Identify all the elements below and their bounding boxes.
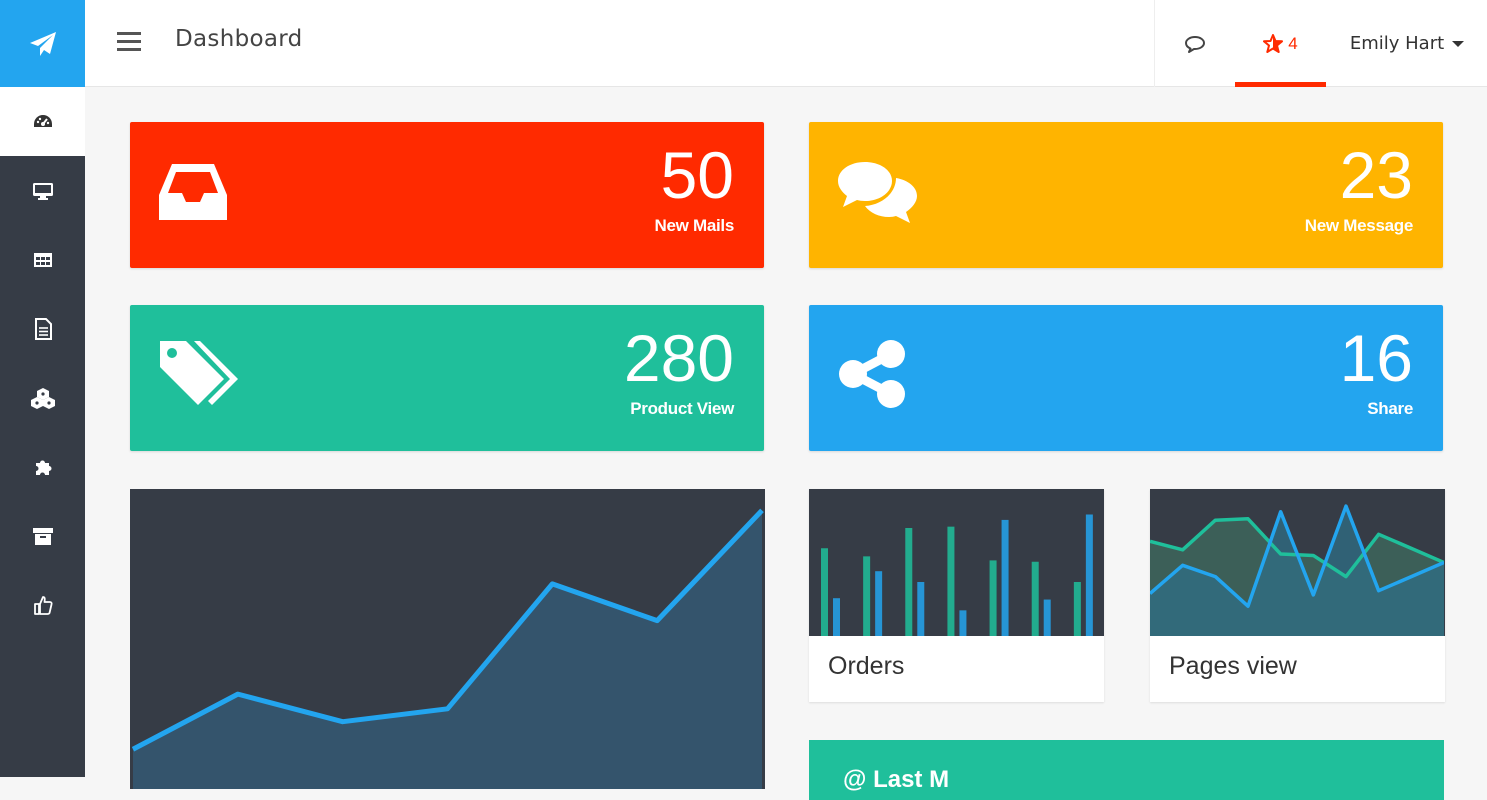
archive-icon (32, 526, 54, 546)
sidebar-item-table[interactable] (0, 225, 85, 294)
stat-value: 16 (1340, 325, 1413, 391)
stat-label: Product View (630, 399, 734, 419)
bar-s1-0 (833, 598, 840, 636)
sidebar (0, 0, 85, 777)
stat-card-product-view[interactable]: 280 Product View (130, 305, 764, 451)
sidebar-item-archive[interactable] (0, 501, 85, 570)
favorites-button[interactable]: 4 (1234, 0, 1327, 87)
bar-s1-4 (1002, 520, 1009, 636)
bar-s1-5 (1044, 600, 1051, 636)
sidebar-item-dashboard[interactable] (0, 87, 85, 156)
bar-s0-3 (947, 527, 954, 636)
last-messages-panel: @ Last M (809, 740, 1444, 800)
traffic-area-chart (130, 489, 765, 789)
user-name: Emily Hart (1350, 33, 1444, 54)
bar-s0-6 (1074, 582, 1081, 636)
share-icon (837, 339, 909, 409)
stat-label: New Message (1305, 216, 1413, 236)
sidebar-item-desktop[interactable] (0, 156, 85, 225)
sidebar-item-cubes[interactable] (0, 363, 85, 432)
hamburger-icon (117, 31, 141, 51)
tags-icon (158, 339, 246, 409)
orders-caption: Orders (828, 652, 904, 681)
favorites-count: 4 (1288, 34, 1297, 54)
stat-label: New Mails (655, 216, 735, 236)
bar-s0-5 (1032, 562, 1039, 636)
pages-view-caption: Pages view (1169, 652, 1297, 681)
stat-value: 280 (624, 325, 734, 391)
document-icon (34, 318, 52, 340)
stat-value: 23 (1340, 142, 1413, 208)
dashboard-icon (32, 113, 54, 131)
sidebar-item-plugins[interactable] (0, 432, 85, 501)
thumbs-up-icon (33, 595, 53, 615)
chat-icon (1184, 35, 1206, 53)
bar-s1-6 (1086, 515, 1093, 637)
bar-s1-1 (875, 571, 882, 636)
page-title: Dashboard (175, 26, 302, 52)
pages-view-card[interactable]: Pages view (1150, 489, 1445, 702)
messages-button[interactable] (1154, 0, 1234, 87)
stat-label: Share (1367, 399, 1413, 419)
inbox-icon (158, 162, 228, 222)
area-fill (133, 510, 762, 789)
stat-card-mails[interactable]: 50 New Mails (130, 122, 764, 268)
bar-s0-1 (863, 556, 870, 636)
orders-card[interactable]: Orders (809, 489, 1104, 702)
top-bar: Dashboard 4 Emily Hart (85, 0, 1487, 87)
paper-plane-icon (29, 31, 57, 57)
cubes-icon (30, 387, 56, 409)
bar-s1-2 (917, 582, 924, 636)
bar-s0-0 (821, 548, 828, 636)
menu-toggle-button[interactable] (115, 28, 143, 54)
sidebar-item-document[interactable] (0, 294, 85, 363)
puzzle-icon (33, 457, 53, 477)
panel-title: @ Last M (843, 766, 949, 794)
desktop-icon (32, 181, 54, 201)
stat-value: 50 (661, 142, 734, 208)
bar-s1-3 (959, 610, 966, 636)
comments-icon (837, 160, 919, 224)
caret-down-icon (1452, 40, 1464, 48)
stat-card-share[interactable]: 16 Share (809, 305, 1443, 451)
bar-s0-2 (905, 528, 912, 636)
brand-logo[interactable] (0, 0, 85, 87)
sidebar-item-likes[interactable] (0, 570, 85, 639)
stat-card-messages[interactable]: 23 New Message (809, 122, 1443, 268)
bar-s0-4 (990, 560, 997, 636)
table-icon (33, 251, 53, 269)
star-icon (1263, 34, 1283, 53)
user-menu[interactable]: Emily Hart (1327, 0, 1487, 87)
